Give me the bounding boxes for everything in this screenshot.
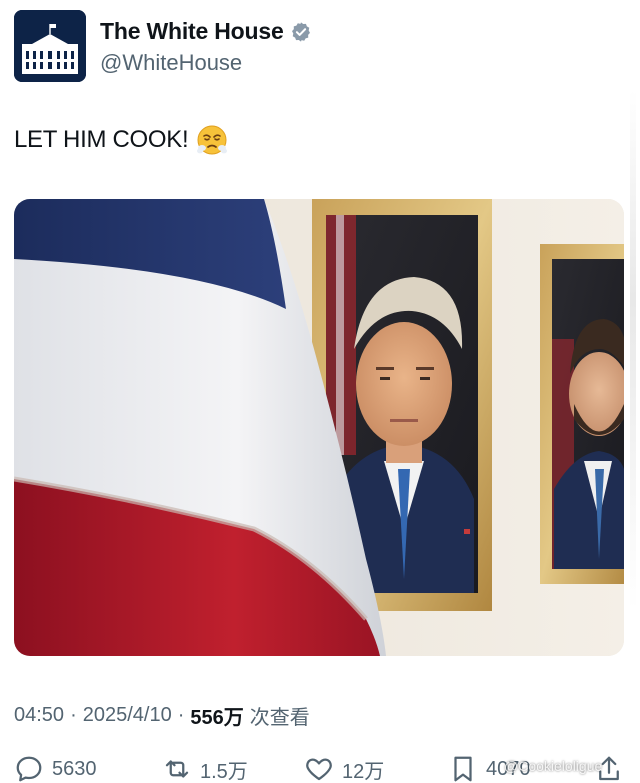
reply-button[interactable]: 5630 bbox=[14, 754, 97, 783]
avatar[interactable] bbox=[14, 10, 86, 82]
name-row: The White House bbox=[100, 18, 312, 45]
tweet-time[interactable]: 04:50 bbox=[14, 704, 64, 727]
tweet-text-content: LET HIM COOK! bbox=[14, 126, 189, 153]
retweet-icon bbox=[165, 760, 189, 778]
views-label: 次查看 bbox=[249, 707, 310, 729]
account-handle[interactable]: @WhiteHouse bbox=[100, 50, 242, 76]
reply-icon bbox=[16, 756, 42, 782]
verified-badge-icon bbox=[290, 21, 312, 43]
display-name[interactable]: The White House bbox=[100, 18, 284, 45]
heart-icon bbox=[306, 758, 332, 781]
meta-separator: · bbox=[70, 704, 77, 726]
reply-count: 5630 bbox=[52, 757, 97, 780]
tweet-text: LET HIM COOK! bbox=[14, 124, 228, 156]
tweet-header: The White House @WhiteHouse bbox=[14, 10, 614, 82]
scrollbar[interactable] bbox=[630, 90, 636, 610]
like-count: 12万 bbox=[342, 760, 385, 783]
bookmark-icon bbox=[454, 756, 472, 782]
steam-face-emoji-icon bbox=[196, 124, 228, 156]
white-house-logo-icon bbox=[14, 10, 86, 82]
meta-separator: · bbox=[177, 704, 185, 726]
tweet-meta: 04:50 · 2025/4/10 · 556万 次查看 bbox=[14, 701, 310, 730]
views-count: 556万 bbox=[190, 707, 244, 729]
retweet-button[interactable]: 1.5万 bbox=[162, 754, 248, 783]
photo-portraits-with-flag bbox=[14, 199, 624, 656]
like-button[interactable]: 12万 bbox=[304, 754, 384, 783]
tweet-date[interactable]: 2025/4/10 bbox=[83, 704, 172, 727]
watermark: @Cookieloligue bbox=[504, 758, 603, 774]
tweet-media-photo[interactable] bbox=[14, 199, 624, 656]
retweet-count: 1.5万 bbox=[200, 760, 248, 783]
